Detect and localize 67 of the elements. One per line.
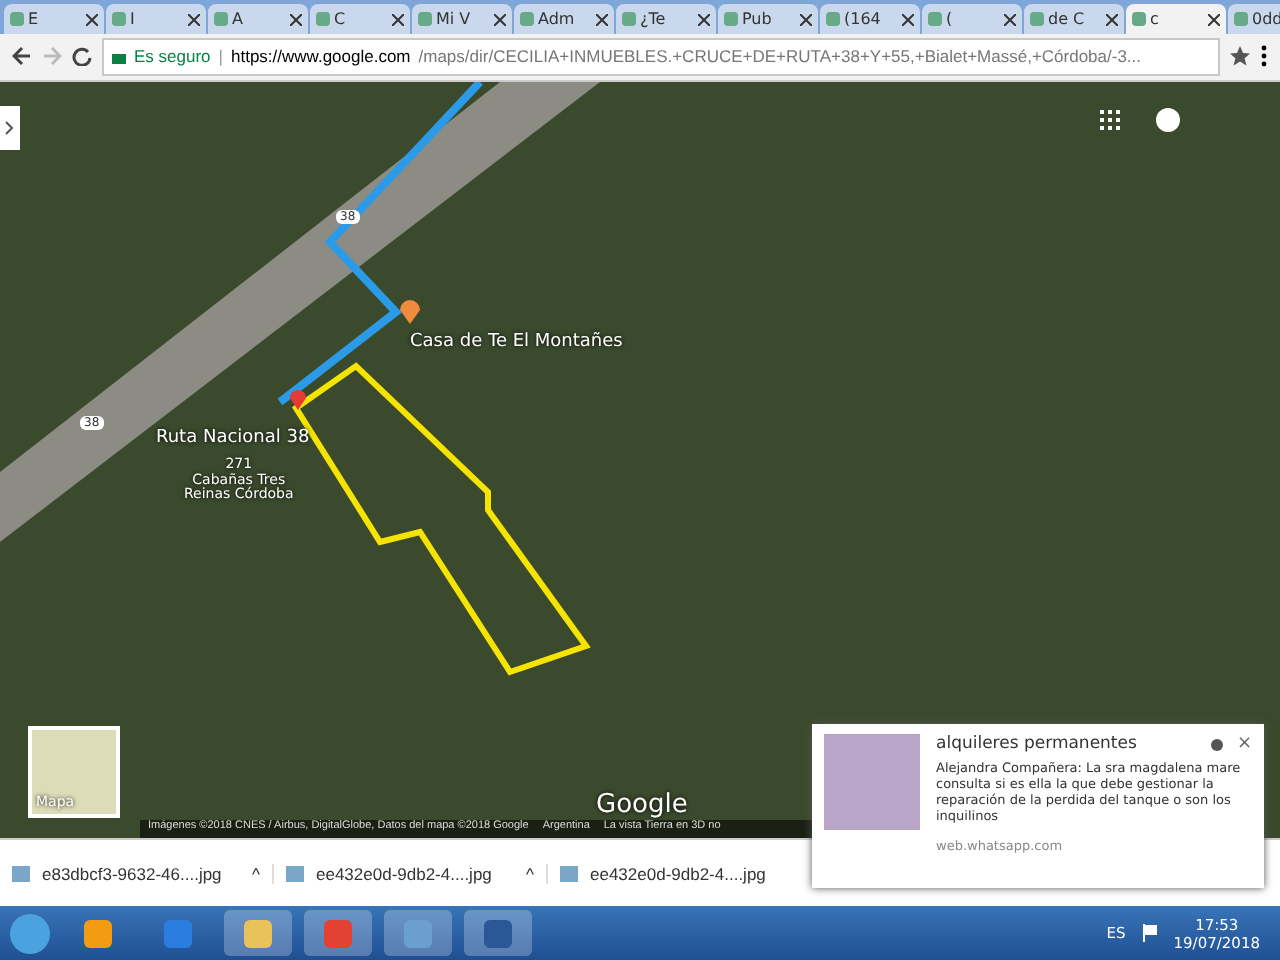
browser-tab[interactable]: C	[310, 3, 410, 34]
star-icon[interactable]	[1230, 46, 1250, 67]
tab-favicon-icon	[724, 11, 738, 26]
close-icon[interactable]	[902, 12, 914, 25]
download-item[interactable]: ee432e0d-9db2-4....jpg ^	[274, 863, 548, 884]
back-icon[interactable]	[12, 46, 32, 67]
tab-favicon-icon	[10, 11, 24, 26]
notification-image	[824, 734, 920, 830]
taskbar-app[interactable]	[224, 910, 292, 957]
start-button[interactable]	[8, 911, 52, 956]
browser-tab[interactable]: c	[1126, 3, 1226, 34]
tab-favicon-icon	[418, 11, 432, 26]
road-label[interactable]: Ruta Nacional 38	[156, 429, 310, 450]
close-icon[interactable]	[290, 12, 302, 25]
taskbar-app[interactable]	[464, 910, 532, 957]
close-icon[interactable]	[1208, 12, 1220, 25]
close-icon[interactable]	[494, 12, 506, 25]
tab-favicon-icon	[1234, 11, 1248, 26]
close-icon[interactable]	[188, 12, 200, 25]
separator-text: |	[218, 46, 223, 67]
image-file-icon	[286, 865, 304, 882]
download-item[interactable]: e83dbcf3-9632-46....jpg ^	[0, 863, 274, 884]
browser-tab[interactable]: E	[4, 3, 104, 34]
taskbar-app[interactable]	[304, 910, 372, 957]
caret-button[interactable]: ^	[526, 863, 534, 884]
tab-favicon-icon	[622, 11, 636, 26]
browser-tab[interactable]: I	[106, 3, 206, 34]
place-label[interactable]: Casa de Te El Montañes	[410, 333, 623, 354]
reload-icon[interactable]	[72, 46, 92, 67]
image-file-icon	[560, 865, 578, 882]
close-icon[interactable]	[800, 12, 812, 25]
tab-favicon-icon	[1030, 11, 1044, 26]
side-panel-toggle-icon[interactable]	[0, 105, 20, 150]
browser-tab[interactable]: ¿Te	[616, 3, 716, 34]
download-item[interactable]: ee432e0d-9db2-4....jpg	[548, 863, 822, 884]
browser-tab[interactable]: (164	[820, 3, 920, 34]
browser-tab[interactable]: A	[208, 3, 308, 34]
close-icon[interactable]	[86, 12, 98, 25]
tab-favicon-icon	[112, 11, 126, 26]
tab-favicon-icon	[928, 11, 942, 26]
menu-icon[interactable]	[1260, 44, 1268, 69]
close-icon[interactable]	[596, 12, 608, 25]
tab-favicon-icon	[1132, 11, 1146, 26]
flag-icon[interactable]	[1141, 924, 1158, 943]
tab-favicon-icon	[826, 11, 840, 26]
close-icon[interactable]	[392, 12, 404, 25]
browser-tab[interactable]: de C	[1024, 3, 1124, 34]
close-button[interactable]: ×	[1236, 734, 1252, 754]
tab-favicon-icon	[214, 11, 228, 26]
grid-icon[interactable]	[1100, 109, 1120, 130]
destination-pin-icon[interactable]	[290, 389, 306, 410]
map-logo: Google	[596, 791, 688, 820]
taskbar-app[interactable]	[384, 910, 452, 957]
close-icon[interactable]	[698, 12, 710, 25]
address-field[interactable]: Es seguro | https://www.google.com /maps/dir/CECILIA+INMUEBLES.+CRUCE+DE+RUTA+38+Y+55,+Bialet+Massé,+Córdoba/-3...	[102, 37, 1220, 76]
caret-button[interactable]: ^	[252, 863, 260, 884]
image-file-icon	[12, 865, 30, 882]
browser-tab[interactable]: Mi V	[412, 3, 512, 34]
browser-tab[interactable]: Pub	[718, 3, 818, 34]
browser-tab[interactable]: Adm	[514, 3, 614, 34]
close-icon[interactable]	[1106, 12, 1118, 25]
notification-title: alquileres permanentes	[936, 734, 1139, 754]
tab-favicon-icon	[520, 11, 534, 26]
tab-favicon-icon	[316, 11, 330, 26]
restaurant-pin-icon[interactable]	[398, 295, 422, 324]
close-icon[interactable]	[1004, 12, 1016, 25]
browser-tab[interactable]: (	[922, 3, 1022, 34]
